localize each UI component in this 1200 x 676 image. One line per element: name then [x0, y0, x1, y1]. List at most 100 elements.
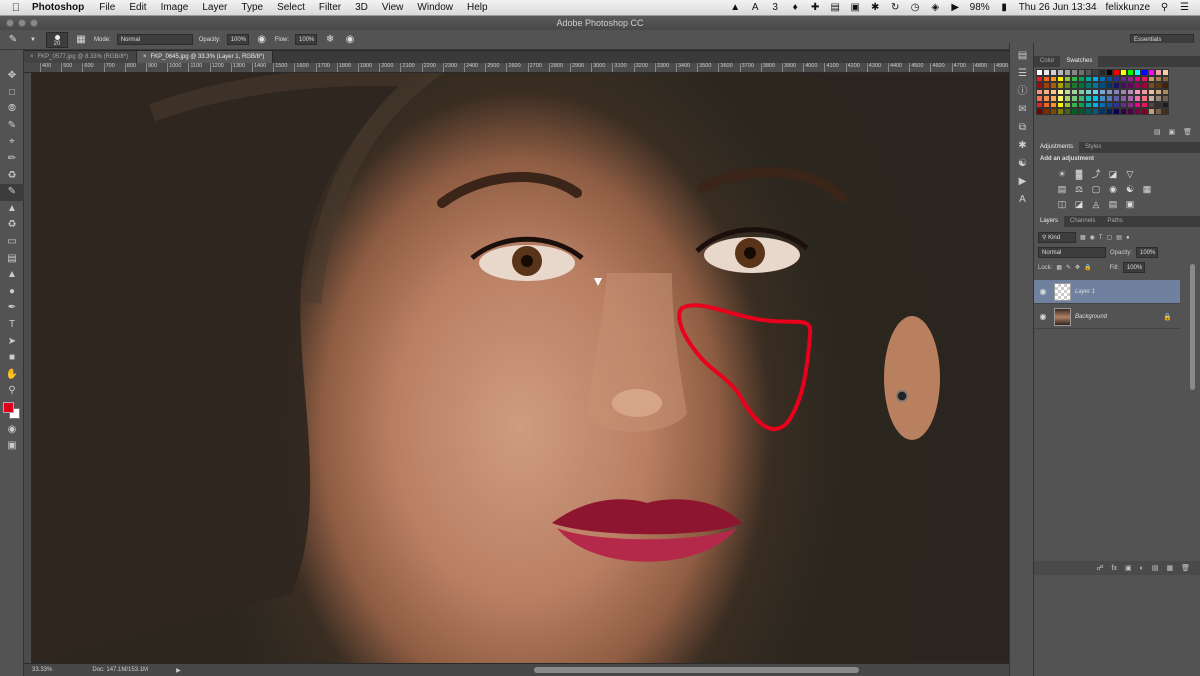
- crop-tool-icon[interactable]: ⌖: [0, 134, 24, 151]
- brush-size-picker[interactable]: 20: [46, 31, 68, 48]
- tab-styles[interactable]: Styles: [1079, 142, 1107, 153]
- new-layer-icon[interactable]: ▦: [1166, 564, 1173, 572]
- new-adjustment-icon[interactable]: ◐: [1140, 565, 1144, 572]
- folder-icon[interactable]: ▤: [1154, 129, 1161, 136]
- foreground-color[interactable]: [3, 401, 14, 413]
- blur-tool-icon[interactable]: ▲: [0, 267, 24, 284]
- pressure-size-icon[interactable]: ◉: [343, 33, 357, 47]
- properties-panel-icon[interactable]: ☰: [1010, 65, 1035, 83]
- lock-all-icon[interactable]: 🔒: [1084, 264, 1091, 271]
- history-panel-icon[interactable]: ▤: [1010, 47, 1035, 65]
- tab-color[interactable]: Color: [1034, 56, 1060, 67]
- quick-select-tool-icon[interactable]: ✎: [0, 118, 24, 135]
- brush-panel-toggle-icon[interactable]: ▦: [74, 33, 88, 47]
- tab-swatches[interactable]: Swatches: [1060, 56, 1099, 67]
- swatch[interactable]: [1078, 108, 1085, 115]
- pen-tool-icon[interactable]: ✒: [0, 300, 24, 317]
- dodge-tool-icon[interactable]: ●: [0, 284, 24, 301]
- menu-view[interactable]: View: [375, 2, 411, 13]
- new-group-icon[interactable]: ▤: [1152, 564, 1159, 572]
- tab-channels[interactable]: Channels: [1064, 216, 1101, 227]
- levels-icon[interactable]: ▓: [1073, 168, 1085, 180]
- filter-smart-icon[interactable]: ▤: [1116, 234, 1122, 241]
- menu-app-name[interactable]: Photoshop: [26, 2, 92, 13]
- swatch[interactable]: [1155, 108, 1162, 115]
- menu-3d[interactable]: 3D: [348, 2, 375, 13]
- healing-brush-tool-icon[interactable]: ♻: [0, 168, 24, 185]
- adobe-icon[interactable]: A: [750, 2, 761, 13]
- link-layers-icon[interactable]: ☍: [1096, 564, 1103, 572]
- new-swatch-icon[interactable]: ▣: [1169, 129, 1176, 136]
- menu-select[interactable]: Select: [270, 2, 312, 13]
- hand-tool-icon[interactable]: ✋: [0, 367, 24, 384]
- time-machine-icon[interactable]: ↻: [890, 2, 901, 13]
- lasso-tool-icon[interactable]: ⦾: [0, 101, 24, 118]
- quick-mask-icon[interactable]: ◉: [0, 422, 24, 439]
- info-panel-icon[interactable]: ⓘ: [1010, 83, 1035, 101]
- chevron-down-icon[interactable]: ▼: [26, 33, 40, 47]
- lock-transparent-icon[interactable]: ▦: [1056, 264, 1062, 271]
- tab-document-2[interactable]: × FKP_0645.jpg @ 33.3% (Layer 1, RGB/8*): [136, 51, 274, 63]
- vibrance-icon[interactable]: ▽: [1124, 168, 1136, 180]
- color-lookup-icon[interactable]: ▦: [1141, 183, 1153, 195]
- tool-presets-icon[interactable]: ▶: [1010, 173, 1035, 191]
- screen-mode-icon[interactable]: ▣: [0, 438, 24, 455]
- move-tool-icon[interactable]: ✥: [0, 68, 24, 85]
- layer-filter-select[interactable]: ⚲ Kind: [1038, 232, 1076, 243]
- mode-select[interactable]: Normal: [116, 34, 193, 45]
- swatch[interactable]: [1057, 108, 1064, 115]
- wifi-icon[interactable]: ◈: [930, 2, 941, 13]
- menu-window[interactable]: Window: [410, 2, 460, 13]
- fill-field[interactable]: 100%: [1122, 262, 1145, 273]
- swatch[interactable]: [1120, 108, 1127, 115]
- layers-scrollbar[interactable]: [1190, 264, 1195, 390]
- flow-field[interactable]: 100%: [295, 34, 318, 45]
- lock-position-icon[interactable]: ✥: [1075, 264, 1080, 271]
- dropbox-icon[interactable]: ▲: [730, 2, 741, 13]
- swatch[interactable]: [1099, 108, 1106, 115]
- brightness-icon[interactable]: ☀: [1056, 168, 1068, 180]
- plus-icon[interactable]: ✚: [810, 2, 821, 13]
- visibility-eye-icon[interactable]: ◉: [1034, 312, 1052, 321]
- swatch[interactable]: [1113, 108, 1120, 115]
- minimize-window-button[interactable]: [18, 19, 26, 27]
- clone-source-icon[interactable]: ☯: [1010, 155, 1035, 173]
- close-window-button[interactable]: [6, 19, 14, 27]
- bluetooth-icon[interactable]: ✱: [870, 2, 881, 13]
- notification-icon[interactable]: ☰: [1179, 2, 1190, 13]
- eraser-tool-icon[interactable]: ▭: [0, 234, 24, 251]
- tab-paths[interactable]: Paths: [1101, 216, 1128, 227]
- swatch-grid[interactable]: [1036, 69, 1174, 121]
- menu-filter[interactable]: Filter: [312, 2, 348, 13]
- brush-tool-preset-icon[interactable]: ✎: [6, 33, 20, 47]
- zoom-window-button[interactable]: [30, 19, 38, 27]
- filter-pixel-icon[interactable]: ▦: [1080, 234, 1086, 241]
- swatch[interactable]: [1064, 108, 1071, 115]
- swatch[interactable]: [1043, 108, 1050, 115]
- swatch[interactable]: [1071, 108, 1078, 115]
- evernote-icon[interactable]: ♦: [790, 2, 801, 13]
- layer-opacity-field[interactable]: 100%: [1136, 247, 1159, 258]
- comment-panel-icon[interactable]: ✉: [1010, 101, 1035, 119]
- invert-icon[interactable]: ◫: [1056, 198, 1068, 210]
- color-swatches[interactable]: [0, 400, 24, 422]
- zoom-level[interactable]: 33.33%: [32, 667, 52, 673]
- box-icon[interactable]: ▤: [830, 2, 841, 13]
- swatch[interactable]: [1106, 108, 1113, 115]
- volume-icon[interactable]: ▶: [950, 2, 961, 13]
- layer-style-icon[interactable]: fx: [1112, 565, 1117, 572]
- type-tool-icon[interactable]: T: [0, 317, 24, 334]
- horizontal-scrollbar[interactable]: [534, 667, 859, 673]
- history-brush-tool-icon[interactable]: ♻: [0, 217, 24, 234]
- battery-icon[interactable]: ▮: [999, 2, 1010, 13]
- menu-help[interactable]: Help: [460, 2, 495, 13]
- hue-saturation-icon[interactable]: ▤: [1056, 183, 1068, 195]
- document-canvas[interactable]: [32, 73, 1009, 663]
- swatch[interactable]: [1148, 108, 1155, 115]
- tab-document-1[interactable]: × FKP_0577.jpg @ 8.33% (RGB/8*): [24, 51, 137, 63]
- menu-type[interactable]: Type: [234, 2, 270, 13]
- path-select-tool-icon[interactable]: ➤: [0, 334, 24, 351]
- selective-color-icon[interactable]: ▣: [1124, 198, 1136, 210]
- swatch[interactable]: [1036, 108, 1043, 115]
- menu-file[interactable]: File: [92, 2, 122, 13]
